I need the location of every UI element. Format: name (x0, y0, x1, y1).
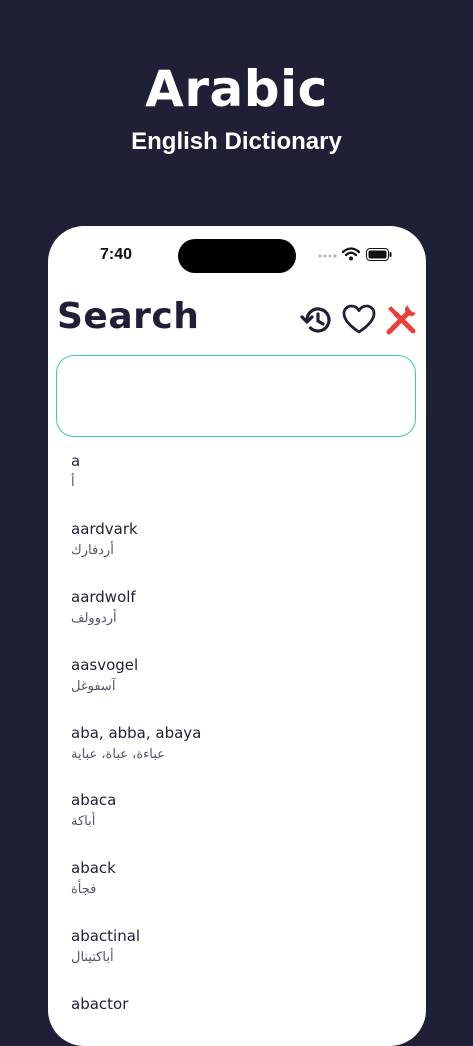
word-arabic: فجأة (71, 882, 97, 898)
list-item[interactable]: aardwolf أردوولف (71, 586, 401, 654)
word-english: aba, abba, abaya (71, 723, 202, 742)
word-english: abactor (71, 995, 129, 1014)
list-item[interactable]: aasvogel آسفوغل (71, 654, 401, 722)
list-item[interactable]: a أ (71, 450, 401, 518)
hero-title: Arabic (145, 60, 328, 118)
signal-dots-icon (318, 254, 337, 258)
dynamic-island (178, 239, 296, 273)
phone-frame: 7:40 Search a أ aardvark أردفارك aardwol… (48, 226, 426, 1046)
battery-icon (366, 248, 392, 261)
word-arabic: أ (71, 475, 75, 490)
word-english: aback (71, 859, 116, 878)
history-icon (300, 307, 331, 333)
wifi-icon (342, 247, 360, 261)
list-item[interactable]: abaca أباكة (71, 789, 401, 857)
word-english: aasvogel (71, 655, 139, 674)
word-english: aardvark (71, 519, 138, 538)
list-item[interactable]: aback فجأة (71, 857, 401, 925)
status-time: 7:40 (100, 246, 133, 263)
word-english: aardwolf (71, 587, 136, 606)
list-item[interactable]: abactor (71, 993, 401, 1046)
word-arabic: أردفارك (71, 542, 114, 558)
word-arabic: آسفوغل (71, 678, 116, 694)
word-list: a أ aardvark أردفارك aardwolf أردوولف aa… (71, 450, 401, 1046)
tools-icon (386, 305, 416, 335)
heart-icon (342, 304, 376, 334)
word-english: abactinal (71, 927, 141, 946)
word-arabic: عباءة، عباة، عباية (71, 746, 165, 762)
list-item[interactable]: abactinal أباكتينال (71, 925, 401, 993)
settings-button[interactable] (383, 302, 419, 338)
word-arabic: أباكة (71, 814, 96, 830)
history-button[interactable] (298, 302, 334, 338)
favorites-button[interactable] (341, 302, 377, 338)
word-arabic: أباكتينال (71, 950, 114, 966)
list-item[interactable]: aba, abba, abaya عباءة، عباة، عباية (71, 722, 401, 790)
word-english: a (71, 452, 81, 470)
search-input[interactable] (56, 355, 416, 437)
word-english: abaca (71, 791, 117, 810)
page-title: Search (57, 296, 200, 337)
hero-subtitle: English Dictionary (131, 128, 342, 155)
word-arabic: أردوولف (71, 610, 117, 626)
list-item[interactable]: aardvark أردفارك (71, 518, 401, 586)
